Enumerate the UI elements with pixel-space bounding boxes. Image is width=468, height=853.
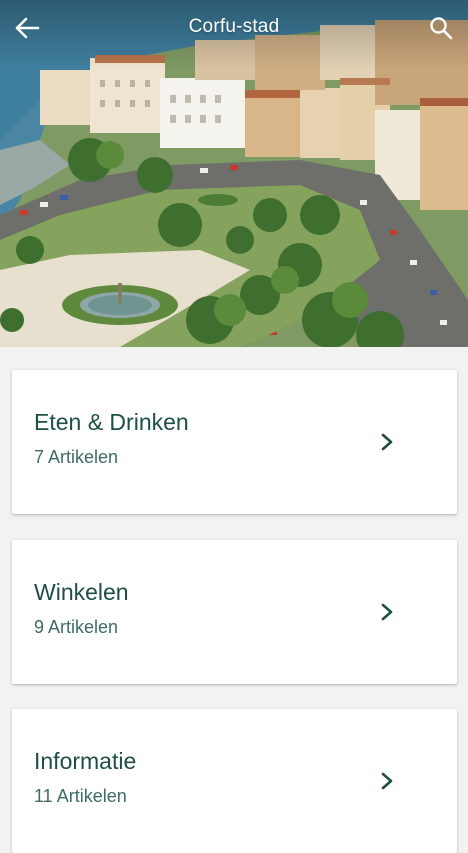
chevron-right-icon: [381, 772, 393, 790]
category-title: Informatie: [34, 748, 137, 774]
chevron-right-icon: [381, 603, 393, 621]
category-card-winkelen[interactable]: Winkelen 9 Artikelen: [12, 540, 457, 684]
category-article-count: 9 Artikelen: [34, 617, 119, 637]
search-button[interactable]: [422, 10, 460, 46]
category-card-informatie[interactable]: Informatie 11 Artikelen: [12, 709, 457, 853]
category-list: Eten & Drinken 7 Artikelen Winkelen 9 Ar…: [0, 347, 468, 853]
category-article-count: 11 Artikelen: [34, 786, 127, 806]
search-icon: [430, 17, 453, 40]
arrow-left-icon: [15, 17, 40, 39]
page-title: Corfu-stad: [188, 16, 280, 37]
back-button[interactable]: [8, 10, 46, 46]
chevron-right-icon: [381, 433, 393, 451]
category-card-eten-drinken[interactable]: Eten & Drinken 7 Artikelen: [12, 370, 457, 514]
category-title: Eten & Drinken: [34, 409, 189, 435]
hero-image: Corfu-stad: [0, 0, 468, 347]
category-article-count: 7 Artikelen: [34, 447, 119, 467]
category-title: Winkelen: [34, 579, 129, 605]
